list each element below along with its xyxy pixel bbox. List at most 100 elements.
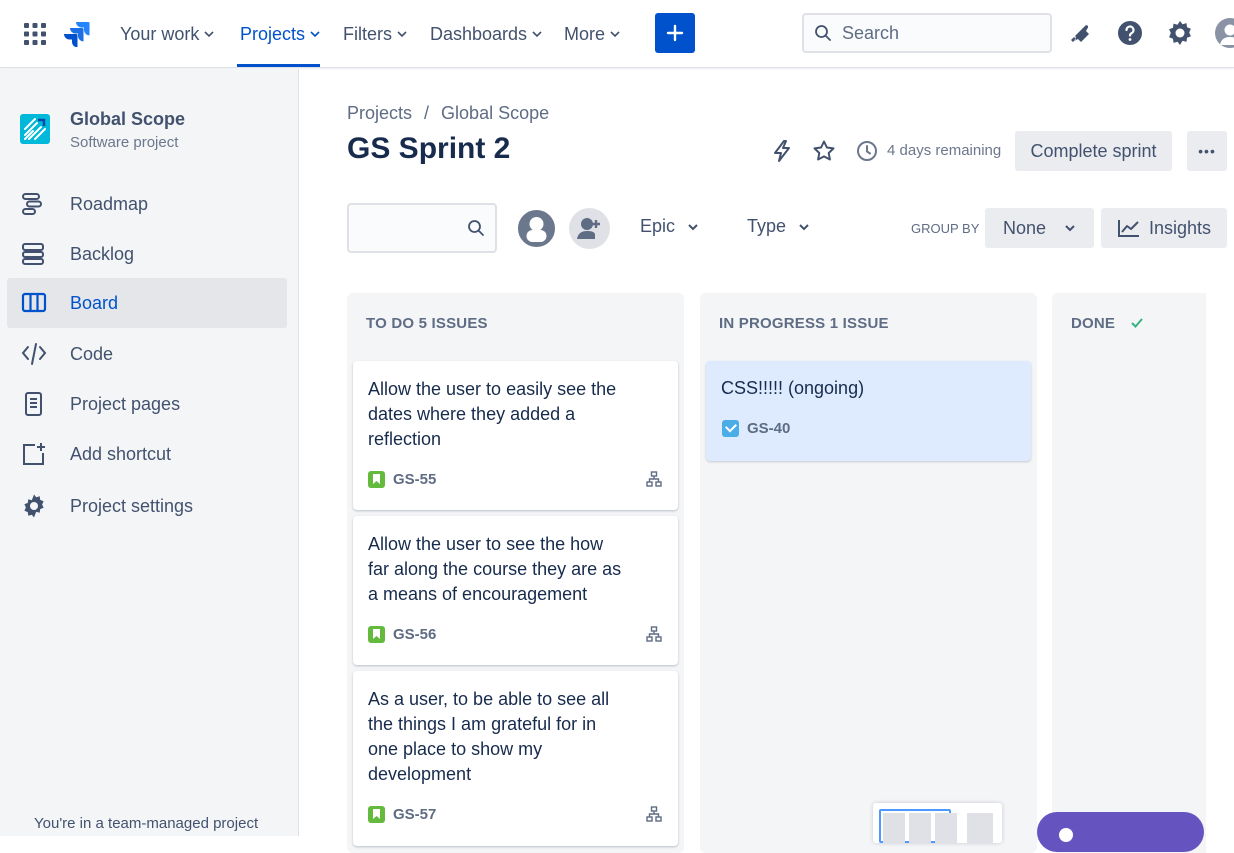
card-key-row: GS-40 [722,420,790,437]
nav-more[interactable]: More [564,20,621,48]
help-icon [1059,828,1073,842]
insights-button[interactable]: Insights [1101,208,1227,248]
board-minimap[interactable] [873,803,1002,843]
minimap-column [883,813,905,843]
nav-dashboards[interactable]: Dashboards [430,20,543,48]
issue-key[interactable]: GS-57 [393,806,436,823]
issue-key[interactable]: GS-55 [393,471,436,488]
add-person-icon[interactable] [569,208,610,249]
sidebar-item-label: Project pages [70,394,180,415]
column-title-in-progress: IN PROGRESS 1 ISSUE [719,315,889,332]
help-button[interactable] [1037,812,1204,852]
chevron-down-icon [609,28,621,40]
sidebar-item-project-pages[interactable]: Project pages [7,379,287,429]
issue-card[interactable]: As a user, to be able to see all the thi… [353,671,678,846]
automation-icon[interactable] [770,139,794,163]
create-button[interactable] [655,13,695,53]
issue-card[interactable]: Allow the user to see the how far along … [353,516,678,665]
jira-logo-icon[interactable] [64,21,90,47]
project-type: Software project [70,134,178,151]
type-filter-label: Type [747,216,786,237]
more-actions-button[interactable]: ••• [1187,131,1227,171]
chevron-down-icon [798,221,810,233]
sidebar-item-board[interactable]: Board [7,278,287,328]
sidebar-item-label: Board [70,293,118,314]
issue-card[interactable]: CSS!!!!! (ongoing) GS-40 [706,361,1031,461]
issue-card[interactable]: Allow the user to easily see the dates w… [353,361,678,510]
child-issues-icon[interactable] [646,471,662,487]
child-issues-icon[interactable] [646,806,662,822]
minimap-column [935,813,957,843]
sidebar-item-roadmap[interactable]: Roadmap [7,179,287,229]
nav-projects[interactable]: Projects [240,20,321,48]
minimap-column [967,813,993,843]
project-avatar-icon [20,114,50,144]
insights-label: Insights [1149,218,1211,239]
issue-key[interactable]: GS-40 [747,420,790,437]
backlog-icon [21,242,47,266]
search-input[interactable] [842,23,1032,44]
star-icon[interactable] [812,139,836,163]
minimap-column [909,813,931,843]
sidebar-item-project-settings[interactable]: Project settings [7,481,287,531]
child-issues-icon[interactable] [646,626,662,642]
breadcrumb-projects[interactable]: Projects [347,103,412,124]
avatar[interactable] [1215,18,1234,48]
clock-icon [856,140,878,162]
sidebar-item-code[interactable]: Code [7,329,287,379]
gear-icon[interactable] [1167,20,1193,46]
issue-key[interactable]: GS-56 [393,626,436,643]
card-summary: Allow the user to easily see the dates w… [368,377,628,452]
group-by-dropdown[interactable]: None [985,208,1094,248]
sidebar-item-add-shortcut[interactable]: Add shortcut [7,429,287,479]
gear-icon [21,494,47,518]
team-managed-note: You're in a team-managed project [34,815,258,832]
nav-more-label: More [564,24,605,45]
global-search[interactable] [802,13,1052,53]
board-search[interactable] [347,203,497,253]
column-title-done: DONE [1071,315,1115,332]
plus-icon [666,24,684,42]
nav-filters-label: Filters [343,24,392,45]
task-icon [722,420,739,437]
insights-icon [1117,218,1141,238]
complete-sprint-button[interactable]: Complete sprint [1015,131,1172,171]
roadmap-icon [21,192,47,216]
project-name[interactable]: Global Scope [70,109,185,130]
sidebar-item-label: Add shortcut [70,444,171,465]
chevron-down-icon [1064,222,1076,234]
days-remaining: 4 days remaining [887,142,1001,159]
epic-filter-dropdown[interactable]: Epic [640,216,699,237]
sidebar-item-label: Project settings [70,496,193,517]
help-icon[interactable] [1117,20,1143,46]
card-key-row: GS-56 [368,626,436,643]
sidebar-item-label: Backlog [70,244,134,265]
search-icon [467,219,485,237]
notifications-icon[interactable] [1068,21,1092,45]
breadcrumb-separator: / [424,103,429,124]
board-search-input[interactable] [359,217,459,235]
chevron-down-icon [203,28,215,40]
breadcrumb: Projects / Global Scope [347,103,549,124]
card-summary: Allow the user to see the how far along … [368,532,628,607]
nav-filters[interactable]: Filters [343,20,408,48]
search-icon [814,24,832,42]
chevron-down-icon [531,28,543,40]
avatar[interactable] [516,208,557,249]
chevron-down-icon [396,28,408,40]
column-done [1052,293,1206,853]
sidebar-item-label: Roadmap [70,194,148,215]
type-filter-dropdown[interactable]: Type [747,216,810,237]
app-switcher-icon[interactable] [24,23,46,45]
page-title: GS Sprint 2 [347,132,510,166]
card-key-row: GS-57 [368,806,436,823]
story-icon [368,806,385,823]
nav-projects-label: Projects [240,24,305,45]
group-by-label: GROUP BY [911,221,979,236]
card-summary: CSS!!!!! (ongoing) [721,378,864,399]
check-icon [1130,317,1144,329]
breadcrumb-global-scope[interactable]: Global Scope [441,103,549,124]
board-icon [21,291,47,315]
sidebar-item-backlog[interactable]: Backlog [7,229,287,279]
nav-your-work[interactable]: Your work [120,20,215,48]
